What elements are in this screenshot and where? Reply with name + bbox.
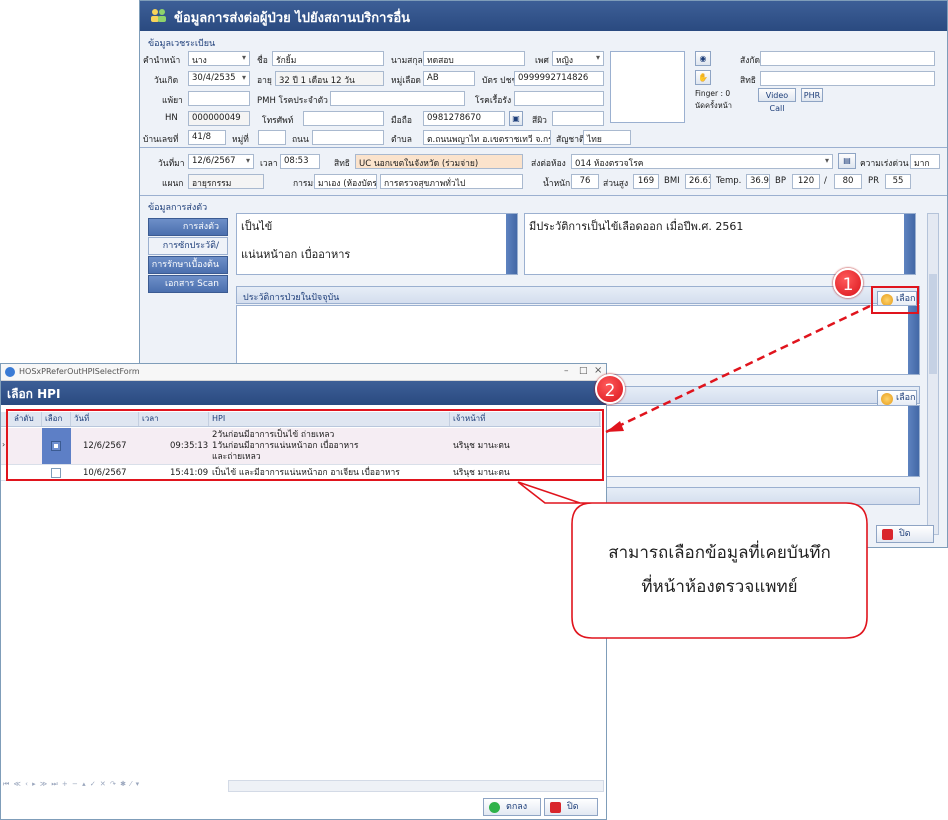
arrow-head [606,421,624,432]
callout-line2: ที่หน้าห้องตรวจแพทย์ [641,577,798,597]
dashed-arrow [605,304,871,434]
callout-line1: สามารถเลือกข้อมูลที่เคยบันทึก [608,543,831,563]
annotation-overlay [517,304,871,639]
